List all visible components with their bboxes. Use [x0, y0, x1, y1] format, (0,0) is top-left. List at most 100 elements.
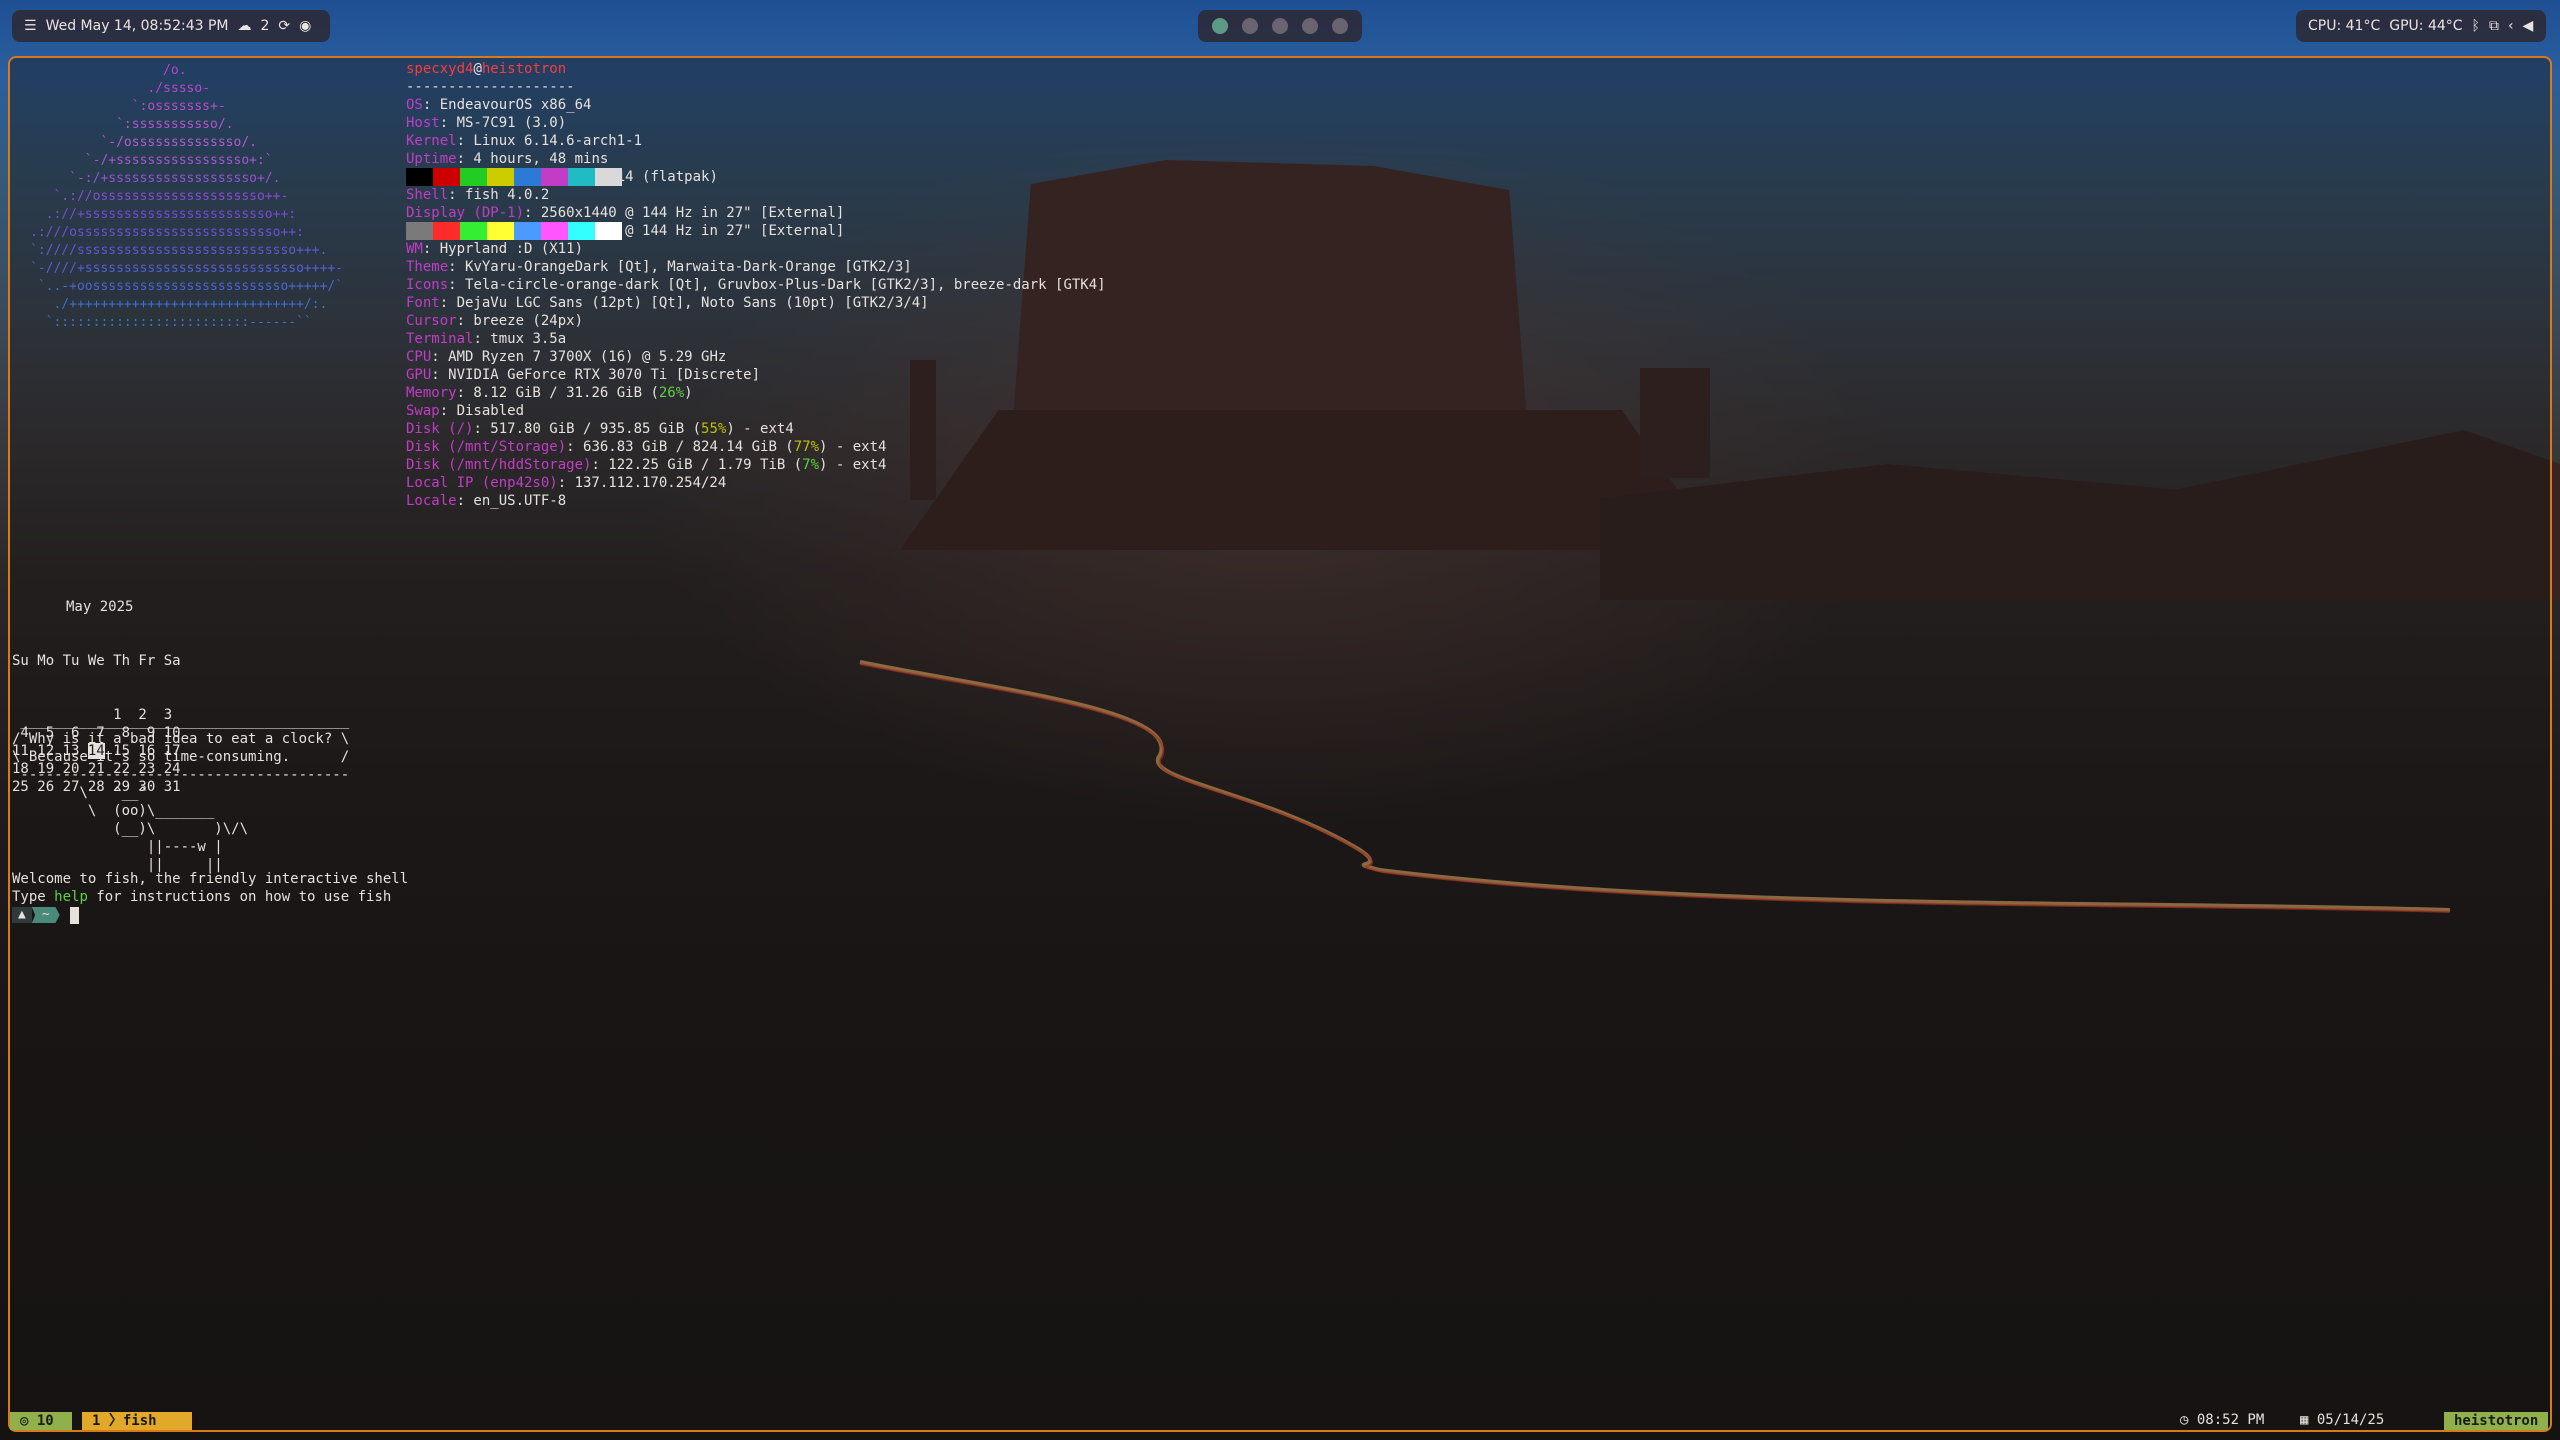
fetch-line: Cursor: breeze (24px)	[406, 312, 1106, 330]
fetch-percent: 55%	[701, 421, 727, 437]
fetch-value: : 4 hours, 48 mins	[456, 151, 609, 167]
fetch-value: : EndeavourOS x86_64	[422, 97, 592, 113]
fetch-line: Memory: 8.12 GiB / 31.26 GiB (26%)	[406, 384, 1106, 402]
workspace-5[interactable]	[1332, 18, 1348, 34]
logo-line: `-/+sssssssssssssssso+:`	[30, 153, 273, 168]
fetch-key: Local IP (enp42s0)	[406, 475, 558, 491]
refresh-icon[interactable]: ⟳	[278, 18, 290, 34]
hostname: heistotron	[481, 61, 567, 77]
logo-line: .://+ssssssssssssssssssssssso++:	[30, 207, 297, 222]
fish-welcome: Welcome to fish, the friendly interactiv…	[12, 871, 409, 887]
help-suffix: for instructions on how to use fish	[87, 889, 392, 905]
cowsay-output: _______________________________________ /…	[12, 712, 349, 874]
color-swatch	[406, 168, 433, 186]
fetch-key: Swap	[406, 403, 440, 419]
cowsay-line: ---------------------------------------	[12, 767, 350, 783]
fish-help-line: Type help for instructions on how to use…	[12, 888, 391, 906]
workspace-2[interactable]	[1242, 18, 1258, 34]
session-icon: ◎	[20, 1413, 37, 1429]
color-swatch	[460, 222, 487, 240]
cloud-icon[interactable]: ☁	[238, 18, 252, 34]
logo-line: `:::::::::::::::::::::::::------``	[30, 315, 312, 330]
workspace-1[interactable]	[1212, 18, 1228, 34]
fetch-value: : NVIDIA GeForce RTX 3070 Ti [Discrete]	[431, 367, 761, 383]
fetch-key: Disk (/mnt/Storage)	[406, 439, 567, 455]
fetch-value: : DejaVu LGC Sans (12pt) [Qt], Noto Sans…	[439, 295, 929, 311]
logo-line: ./sssso-	[30, 81, 211, 96]
workspace-4[interactable]	[1302, 18, 1318, 34]
logo-line: /o.	[30, 63, 187, 78]
color-swatch	[514, 168, 541, 186]
color-swatch	[514, 222, 541, 240]
prompt-dir: ~	[31, 907, 60, 923]
status-clock: ◷ 08:52 PM	[2180, 1410, 2264, 1430]
fetch-key: Disk (/mnt/hddStorage)	[406, 457, 592, 473]
clock[interactable]: Wed May 14, 08:52:43 PM	[46, 18, 229, 34]
top-bar: ☰ Wed May 14, 08:52:43 PM ☁ 2 ⟳ ◉ CPU: 4…	[0, 0, 2560, 52]
fetch-line: Icons: Tela-circle-orange-dark [Qt], Gru…	[406, 276, 1106, 294]
fetch-line: Terminal: tmux 3.5a	[406, 330, 1106, 348]
fetch-key: Font	[406, 295, 440, 311]
fetch-line: GPU: NVIDIA GeForce RTX 3070 Ti [Discret…	[406, 366, 1106, 384]
color-swatch	[406, 222, 433, 240]
network-icon[interactable]: ⧉	[2489, 18, 2499, 34]
cpu-temp: CPU: 41°C	[2308, 18, 2381, 34]
gamepad-icon[interactable]: ◉	[299, 18, 311, 34]
cursor	[69, 906, 79, 924]
calendar-icon: ▦	[2300, 1412, 2317, 1428]
fetch-line: Font: DejaVu LGC Sans (12pt) [Qt], Noto …	[406, 294, 1106, 312]
fetch-key: OS	[406, 97, 423, 113]
fetch-key: Disk (/)	[406, 421, 474, 437]
cowsay-line: \ Because it's so time-consuming. /	[12, 749, 350, 765]
left-widget: ☰ Wed May 14, 08:52:43 PM ☁ 2 ⟳ ◉	[12, 10, 330, 42]
workspace-switcher	[1198, 10, 1362, 42]
user-host: specxyd4@heistotron	[406, 61, 567, 77]
tmux-window-tab[interactable]: 1 〉fish	[82, 1412, 192, 1430]
volume-icon[interactable]: ◀	[2523, 18, 2534, 34]
fetch-suffix: ) - ext4	[819, 439, 887, 455]
cowsay-line: ||----w |	[12, 839, 223, 855]
chevron-left-icon[interactable]: ‹	[2508, 18, 2514, 34]
bluetooth-icon[interactable]: ᛒ	[2472, 18, 2480, 34]
fetch-value: : 8.12 GiB / 31.26 GiB (	[456, 385, 659, 401]
fetch-line: Disk (/): 517.80 GiB / 935.85 GiB (55%) …	[406, 420, 1106, 438]
tmux-session[interactable]: ◎ 10	[10, 1412, 72, 1430]
menu-icon[interactable]: ☰	[24, 18, 37, 34]
color-swatch	[595, 222, 622, 240]
fetch-value: : en_US.UTF-8	[456, 493, 567, 509]
fetch-key: Shell	[406, 187, 449, 203]
fetch-key: CPU	[406, 349, 432, 365]
color-swatch	[541, 168, 568, 186]
fetch-line: Disk (/mnt/Storage): 636.83 GiB / 824.14…	[406, 438, 1106, 456]
logo-line: `:osssssss+-	[30, 99, 226, 114]
fetch-suffix: ) - ext4	[726, 421, 794, 437]
shell-prompt[interactable]: ▲ ~	[12, 906, 79, 924]
right-widget: CPU: 41°C GPU: 44°C ᛒ ⧉ ‹ ◀	[2296, 10, 2546, 42]
status-hostname: heistotron	[2444, 1412, 2549, 1430]
logo-line: `:sssssssssso/.	[30, 117, 234, 132]
fetch-percent: 77%	[793, 439, 820, 455]
status-time: 08:52 PM	[2196, 1412, 2265, 1428]
gpu-temp: GPU: 44°C	[2389, 18, 2463, 34]
fetch-key: Host	[406, 115, 440, 131]
fetch-key: Memory	[406, 385, 457, 401]
fetch-value: : tmux 3.5a	[473, 331, 567, 347]
fetch-suffix: ) - ext4	[819, 457, 887, 473]
workspace-3[interactable]	[1272, 18, 1288, 34]
fetch-key: GPU	[406, 367, 432, 383]
fetch-key: Kernel	[406, 133, 457, 149]
cowsay-line: _______________________________________	[12, 713, 350, 729]
fetch-value: : AMD Ryzen 7 3700X (16) @ 5.29 GHz	[431, 349, 727, 365]
color-swatch	[433, 168, 460, 186]
fetch-separator: --------------------	[406, 79, 575, 95]
tmux-status-bar: ◎ 10 1 〉fish ◷ 08:52 PM ▦ 05/14/25 heist…	[10, 1410, 2550, 1430]
color-swatch	[541, 222, 568, 240]
color-swatch	[595, 168, 622, 186]
fetch-key: WM	[406, 241, 423, 257]
logo-line: .:///ossssssssssssssssssssssssso++:	[30, 225, 304, 240]
logo-line: ./++++++++++++++++++++++++++++++/:.	[30, 297, 328, 312]
terminal-window[interactable]: /o. ./sssso- `:osssssss+- `:sssssssssso/…	[8, 56, 2552, 1432]
fetch-value: : Tela-circle-orange-dark [Qt], Gruvbox-…	[448, 277, 1106, 293]
fetch-value: : fish 4.0.2	[448, 187, 550, 203]
fetch-percent: 7%	[802, 457, 820, 473]
